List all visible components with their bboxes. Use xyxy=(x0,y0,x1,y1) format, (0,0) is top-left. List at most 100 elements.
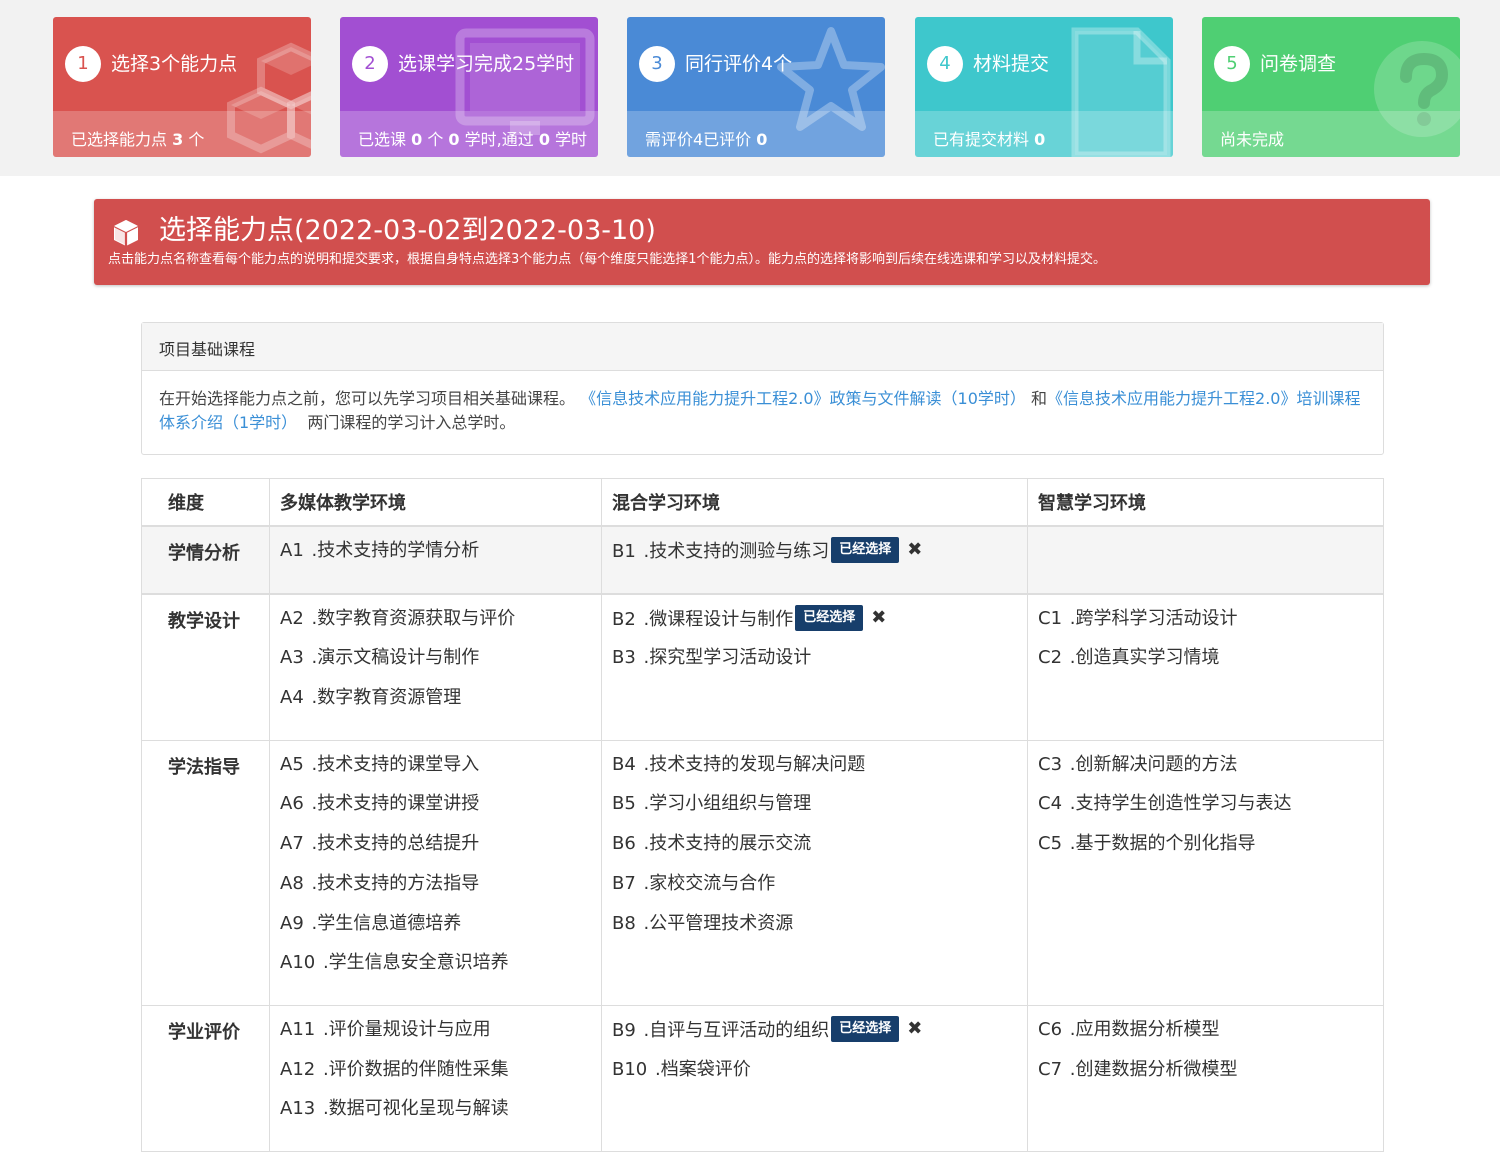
remove-icon[interactable]: ✖ xyxy=(907,538,922,562)
step-title: 同行评价4个 xyxy=(685,53,793,75)
ability-name-link[interactable]: .学生信息安全意识培养 xyxy=(323,952,509,973)
ability-name-link[interactable]: .演示文稿设计与制作 xyxy=(312,647,480,668)
ability-cell-c xyxy=(1027,525,1384,595)
ability-item[interactable]: B4 .技术支持的发现与解决问题 xyxy=(612,753,1017,793)
ability-code: A6 xyxy=(280,793,304,815)
ability-list: B9 .自评与互评活动的组织 已经选择 ✖ B10 .档案袋评价 xyxy=(612,1006,1017,1111)
ability-code: A7 xyxy=(280,833,304,855)
ability-code: B10 xyxy=(612,1058,648,1080)
ability-item[interactable]: C7 .创建数据分析微模型 xyxy=(1038,1058,1373,1098)
ability-item[interactable]: A11 .评价量规设计与应用 xyxy=(280,1018,591,1058)
ability-code: A3 xyxy=(280,647,304,669)
ability-item[interactable]: C4 .支持学生创造性学习与表达 xyxy=(1038,792,1373,832)
ability-name-link[interactable]: .技术支持的方法指导 xyxy=(312,873,480,894)
ability-name-link[interactable]: .评价数据的伴随性采集 xyxy=(323,1059,509,1080)
ability-name-link[interactable]: .学生信息道德培养 xyxy=(312,913,462,934)
step-card-5[interactable]: 5 问卷调查 尚未完成 xyxy=(1202,17,1460,157)
ability-item[interactable]: B8 .公平管理技术资源 xyxy=(612,912,1017,952)
ability-name-link[interactable]: .支持学生创造性学习与表达 xyxy=(1070,793,1292,814)
step-card-3[interactable]: 3 同行评价4个 需评价4已评价 0 xyxy=(627,17,885,157)
ability-name-link[interactable]: .微课程设计与制作 xyxy=(644,609,794,630)
ability-item[interactable]: C6 .应用数据分析模型 xyxy=(1038,1018,1373,1058)
cube-icon xyxy=(113,220,139,246)
ability-name-link[interactable]: .公平管理技术资源 xyxy=(644,913,794,934)
ability-item[interactable]: A1 .技术支持的学情分析 xyxy=(280,539,591,579)
ability-item[interactable]: C3 .创新解决问题的方法 xyxy=(1038,753,1373,793)
ability-list: A5 .技术支持的课堂导入 A6 .技术支持的课堂讲授 A7 .技术支持的总结提升 A… xyxy=(280,741,591,1005)
ability-item[interactable]: A5 .技术支持的课堂导入 xyxy=(280,753,591,793)
ability-item[interactable]: B9 .自评与互评活动的组织 已经选择 ✖ xyxy=(612,1015,1017,1058)
ability-item[interactable]: A10 .学生信息安全意识培养 xyxy=(280,951,591,991)
ability-item[interactable]: A6 .技术支持的课堂讲授 xyxy=(280,792,591,832)
step-number: 4 xyxy=(927,46,963,82)
header-multimedia: 多媒体教学环境 xyxy=(269,478,602,527)
ability-item[interactable]: B10 .档案袋评价 xyxy=(612,1058,1017,1098)
ability-code: C7 xyxy=(1038,1058,1063,1080)
ability-item[interactable]: B5 .学习小组组织与管理 xyxy=(612,792,1017,832)
ability-name-link[interactable]: .跨学科学习活动设计 xyxy=(1070,608,1238,629)
ability-name-link[interactable]: .档案袋评价 xyxy=(655,1059,751,1080)
ability-item[interactable]: B6 .技术支持的展示交流 xyxy=(612,832,1017,872)
ability-item[interactable]: C1 .跨学科学习活动设计 xyxy=(1038,607,1373,647)
ability-code: B9 xyxy=(612,1019,636,1041)
ability-code: A5 xyxy=(280,753,304,775)
step-number: 2 xyxy=(352,46,388,82)
ability-item[interactable]: B2 .微课程设计与制作 已经选择 ✖ xyxy=(612,604,1017,647)
ability-item[interactable]: A4 .数字教育资源管理 xyxy=(280,686,591,726)
ability-name-link[interactable]: .创建数据分析微模型 xyxy=(1070,1059,1238,1080)
ability-item[interactable]: A9 .学生信息道德培养 xyxy=(280,912,591,952)
ability-name-link[interactable]: .数字教育资源获取与评价 xyxy=(312,608,516,629)
selected-badge: 已经选择 xyxy=(831,537,900,563)
ability-name-link[interactable]: .创造真实学习情境 xyxy=(1070,647,1220,668)
ability-name-link[interactable]: .创新解决问题的方法 xyxy=(1070,754,1238,775)
ability-item[interactable]: C5 .基于数据的个别化指导 xyxy=(1038,832,1373,872)
ability-name-link[interactable]: .家校交流与合作 xyxy=(644,873,776,894)
ability-code: C5 xyxy=(1038,833,1063,855)
ability-item[interactable]: B3 .探究型学习活动设计 xyxy=(612,646,1017,686)
step-number: 1 xyxy=(65,46,101,82)
ability-item[interactable]: A2 .数字教育资源获取与评价 xyxy=(280,607,591,647)
ability-item[interactable]: B1 .技术支持的测验与练习 已经选择 ✖ xyxy=(612,537,1017,579)
ability-code: A12 xyxy=(280,1058,316,1080)
ability-name-link[interactable]: .技术支持的课堂导入 xyxy=(312,754,480,775)
ability-code: C3 xyxy=(1038,753,1063,775)
step-card-2[interactable]: 2 选课学习完成25学时 已选课 0 个 0 学时,通过 0 学时 xyxy=(340,17,598,157)
ability-name-link[interactable]: .应用数据分析模型 xyxy=(1070,1019,1220,1040)
ability-name-link[interactable]: .学习小组组织与管理 xyxy=(644,793,812,814)
steps-band: 1 选择3个能力点 已选择能力点 3 个 2 选课学习完成25学时 已选课 0 … xyxy=(0,0,1500,176)
ability-name-link[interactable]: .技术支持的发现与解决问题 xyxy=(644,754,866,775)
ability-item[interactable]: A13 .数据可视化呈现与解读 xyxy=(280,1097,591,1137)
ability-item[interactable]: C2 .创造真实学习情境 xyxy=(1038,646,1373,686)
ability-list: C3 .创新解决问题的方法 C4 .支持学生创造性学习与表达 C5 .基于数据的个别… xyxy=(1038,741,1373,886)
basic-course-panel: 项目基础课程 在开始选择能力点之前，您可以先学习项目相关基础课程。 《信息技术应… xyxy=(141,322,1384,455)
ability-item[interactable]: A7 .技术支持的总结提升 xyxy=(280,832,591,872)
ability-name-link[interactable]: .技术支持的测验与练习 xyxy=(644,541,830,562)
ability-name-link[interactable]: .探究型学习活动设计 xyxy=(644,647,812,668)
ability-name-link[interactable]: .技术支持的展示交流 xyxy=(644,833,812,854)
policy-course-link[interactable]: 《信息技术应用能力提升工程2.0》政策与文件解读（10学时） xyxy=(580,389,1026,408)
ability-code: A1 xyxy=(280,540,304,561)
ability-name-link[interactable]: .基于数据的个别化指导 xyxy=(1070,833,1256,854)
ability-item[interactable]: A12 .评价数据的伴随性采集 xyxy=(280,1058,591,1098)
remove-icon[interactable]: ✖ xyxy=(907,1017,922,1041)
ability-cell-b: B9 .自评与互评活动的组织 已经选择 ✖ B10 .档案袋评价 xyxy=(601,1004,1028,1152)
ability-name-link[interactable]: .技术支持的课堂讲授 xyxy=(312,793,480,814)
ability-name-link[interactable]: .评价量规设计与应用 xyxy=(323,1019,491,1040)
ability-item[interactable]: A8 .技术支持的方法指导 xyxy=(280,872,591,912)
table-row: 学法指导 A5 .技术支持的课堂导入 A6 .技术支持的课堂讲授 A7 .技术支持的总… xyxy=(141,739,1384,1006)
ability-name-link[interactable]: .自评与互评活动的组织 xyxy=(644,1020,830,1041)
ability-list: A11 .评价量规设计与应用 A12 .评价数据的伴随性采集 A13 .数据可视化呈… xyxy=(280,1006,591,1151)
ability-name-link[interactable]: .技术支持的学情分析 xyxy=(312,540,480,561)
header-blended: 混合学习环境 xyxy=(601,478,1028,527)
ability-name-link[interactable]: .数字教育资源管理 xyxy=(312,687,462,708)
step-card-4[interactable]: 4 材料提交 已有提交材料 0 xyxy=(915,17,1173,157)
remove-icon[interactable]: ✖ xyxy=(871,606,886,630)
ability-name-link[interactable]: .数据可视化呈现与解读 xyxy=(323,1098,509,1119)
header-smart: 智慧学习环境 xyxy=(1027,478,1384,527)
ability-item[interactable]: A3 .演示文稿设计与制作 xyxy=(280,646,591,686)
step-card-1[interactable]: 1 选择3个能力点 已选择能力点 3 个 xyxy=(53,17,311,157)
ability-item[interactable]: B7 .家校交流与合作 xyxy=(612,872,1017,912)
ability-name-link[interactable]: .技术支持的总结提升 xyxy=(312,833,480,854)
step-number: 3 xyxy=(639,46,675,82)
table-header-row: 维度 多媒体教学环境 混合学习环境 智慧学习环境 xyxy=(141,478,1384,527)
